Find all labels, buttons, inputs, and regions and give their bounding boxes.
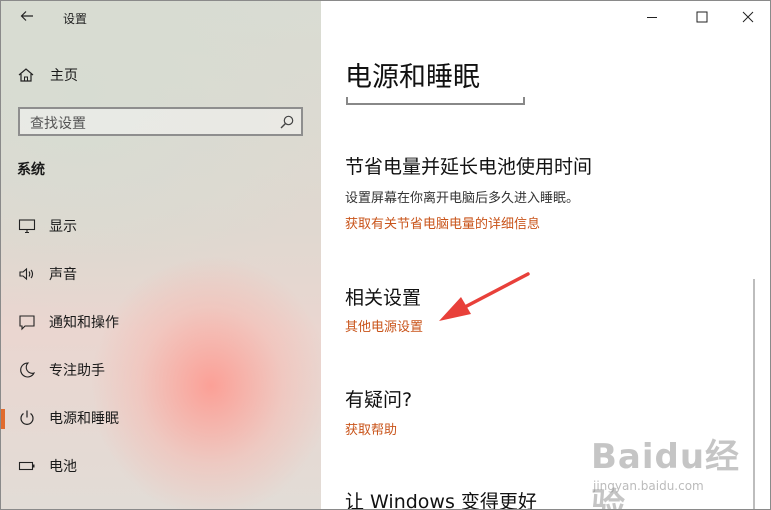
section-title: 系统 (17, 162, 45, 178)
battery-icon (18, 461, 35, 471)
annotation-arrow-icon (439, 272, 530, 321)
search-icon[interactable] (279, 114, 295, 130)
sidebar-item-label: 显示 (49, 219, 77, 235)
active-indicator (1, 409, 5, 429)
sidebar-item-label: 通知和操作 (49, 315, 119, 331)
sidebar-item-label: 专注助手 (49, 363, 105, 379)
main-content: 电源和睡眠 节省电量并延长电池使用时间 设置屏幕在你离开电脑后多久进入睡眠。 获… (321, 1, 770, 509)
monitor-icon (18, 219, 36, 234)
sidebar-item-focus-assist[interactable]: 专注助手 (1, 355, 321, 385)
back-arrow-icon[interactable] (15, 7, 39, 29)
notification-icon (19, 315, 35, 331)
app-title: 设置 (63, 12, 88, 26)
sidebar-item-label: 电池 (49, 459, 77, 475)
home-nav-item[interactable]: 主页 (17, 64, 78, 86)
home-icon (18, 68, 34, 82)
sidebar-item-notifications[interactable]: 通知和操作 (1, 307, 321, 337)
search-placeholder: 查找设置 (30, 116, 86, 132)
sidebar-item-power-sleep[interactable]: 电源和睡眠 (1, 403, 321, 433)
sidebar-item-battery[interactable]: 电池 (1, 451, 321, 481)
sidebar: 设置 主页 查找设置 系统 显示 声音 通知和操作 专注助手 电源和睡眠 电池 (1, 1, 321, 509)
home-label: 主页 (50, 68, 78, 84)
sidebar-item-label: 电源和睡眠 (49, 411, 119, 427)
moon-icon (20, 362, 36, 378)
speaker-icon (19, 267, 34, 281)
settings-window: 设置 主页 查找设置 系统 显示 声音 通知和操作 专注助手 电源和睡眠 电池 … (0, 0, 771, 510)
sidebar-item-display[interactable]: 显示 (1, 211, 321, 241)
power-icon (20, 410, 34, 425)
sidebar-item-label: 声音 (49, 267, 77, 283)
sidebar-item-sound[interactable]: 声音 (1, 259, 321, 289)
search-input[interactable]: 查找设置 (18, 107, 303, 136)
